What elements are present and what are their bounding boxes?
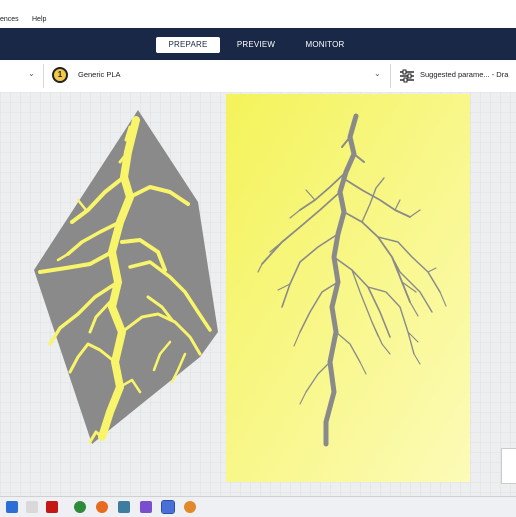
stage-bar: PREPARE PREVIEW MONITOR (0, 28, 516, 60)
build-plate-scene (0, 92, 516, 496)
cura-icon[interactable] (161, 500, 175, 514)
side-panel-button[interactable] (501, 448, 516, 484)
menu-bar: ences Help (0, 0, 516, 28)
netflix-icon[interactable] (46, 501, 58, 513)
blender-icon[interactable] (184, 501, 196, 513)
toolbar-divider (390, 64, 391, 88)
app-icon[interactable] (140, 501, 152, 513)
toolbar-divider (43, 64, 44, 88)
menu-help[interactable]: Help (32, 16, 46, 23)
tab-preview[interactable]: PREVIEW (228, 37, 284, 53)
search-icon[interactable] (26, 501, 38, 513)
settings-sliders-icon[interactable] (399, 69, 415, 83)
build-plate-viewport[interactable] (0, 92, 516, 496)
file-explorer-icon[interactable] (118, 501, 130, 513)
tab-prepare[interactable]: PREPARE (156, 37, 220, 53)
tab-monitor[interactable]: MONITOR (296, 37, 354, 53)
printer-chevron-down-icon[interactable]: ⌄ (28, 69, 35, 78)
print-setup-toolbar: ⌄ Generic PLA ⌄ Suggested parame... - Dr… (0, 60, 516, 93)
print-settings-label[interactable]: Suggested parame... - Dra (420, 70, 508, 79)
yellow-plate (226, 94, 470, 482)
material-chevron-down-icon[interactable]: ⌄ (374, 69, 381, 78)
material-label[interactable]: Generic PLA (78, 70, 121, 79)
firefox-icon[interactable] (96, 501, 108, 513)
browser-icon[interactable] (74, 501, 86, 513)
windows-icon[interactable] (6, 501, 18, 513)
menu-preferences[interactable]: ences (0, 16, 19, 23)
extruder-badge[interactable]: 1 (52, 67, 68, 83)
model-lightning-plate[interactable] (226, 94, 470, 482)
taskbar (0, 496, 516, 517)
